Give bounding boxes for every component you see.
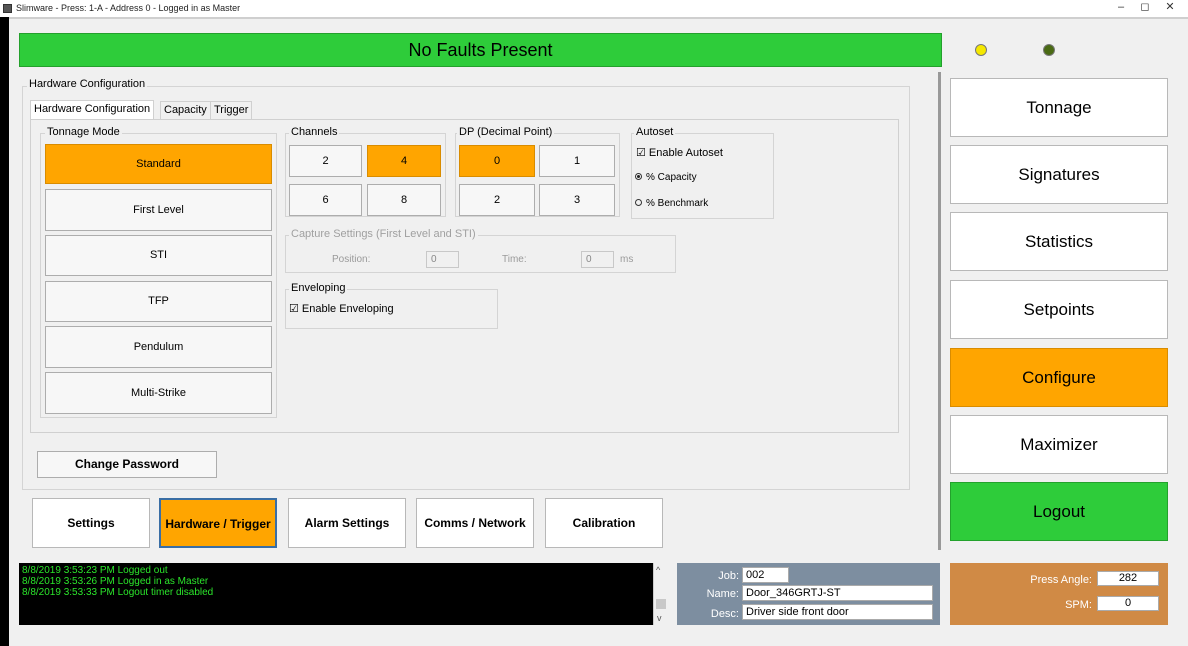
tonnage-first-level-button[interactable]: First Level bbox=[45, 189, 272, 231]
alarm-settings-tab-button[interactable]: Alarm Settings bbox=[288, 498, 406, 548]
tonnage-tfp-button[interactable]: TFP bbox=[45, 281, 272, 322]
hardware-config-title: Hardware Configuration bbox=[27, 78, 148, 90]
nav-statistics-button[interactable]: Statistics bbox=[950, 212, 1168, 271]
scroll-down-icon[interactable]: v bbox=[657, 613, 662, 624]
enable-enveloping-checkbox[interactable]: ☑ Enable Enveloping bbox=[289, 302, 394, 315]
app-icon bbox=[3, 4, 12, 13]
hardware-trigger-tab-button[interactable]: Hardware / Trigger bbox=[159, 498, 277, 548]
tab-trigger[interactable]: Trigger bbox=[210, 101, 253, 119]
capacity-radio-label: % Capacity bbox=[646, 172, 697, 183]
log-line: 8/8/2019 3:53:26 PM Logged in as Master bbox=[22, 576, 209, 587]
log-line: 8/8/2019 3:53:23 PM Logged out bbox=[22, 565, 168, 576]
fault-status-banner: No Faults Present bbox=[19, 33, 942, 67]
log-scrollbar[interactable]: ^ v bbox=[653, 563, 667, 625]
press-angle-value: 282 bbox=[1097, 571, 1159, 586]
spm-value: 0 bbox=[1097, 596, 1159, 611]
capture-time-input[interactable]: 0 bbox=[581, 251, 614, 268]
enveloping-title: Enveloping bbox=[289, 282, 348, 294]
name-value: Door_346GRTJ-ST bbox=[742, 585, 933, 601]
job-label: Job: bbox=[718, 570, 739, 582]
restore-button[interactable]: ◻ bbox=[1135, 0, 1155, 17]
dp-0-button[interactable]: 0 bbox=[459, 145, 535, 177]
event-log: 8/8/2019 3:53:23 PM Logged out 8/8/2019 … bbox=[19, 563, 667, 625]
dp-3-button[interactable]: 3 bbox=[539, 184, 615, 216]
name-label: Name: bbox=[706, 588, 739, 600]
nav-signatures-button[interactable]: Signatures bbox=[950, 145, 1168, 204]
status-led-dark bbox=[1043, 44, 1055, 56]
settings-tab-button[interactable]: Settings bbox=[32, 498, 150, 548]
logout-button[interactable]: Logout bbox=[950, 482, 1168, 541]
title-separator bbox=[0, 17, 1188, 19]
capture-settings-title: Capture Settings (First Level and STI) bbox=[289, 228, 478, 240]
left-window-edge bbox=[0, 17, 9, 646]
nav-tonnage-button[interactable]: Tonnage bbox=[950, 78, 1168, 137]
channels-title: Channels bbox=[289, 126, 340, 138]
press-angle-label: Press Angle: bbox=[1030, 574, 1092, 586]
log-line: 8/8/2019 3:53:33 PM Logout timer disable… bbox=[22, 587, 214, 598]
benchmark-radio[interactable]: % Benchmark bbox=[635, 198, 708, 209]
comms-network-tab-button[interactable]: Comms / Network bbox=[416, 498, 534, 548]
autoset-title: Autoset bbox=[634, 126, 676, 138]
benchmark-radio-label: % Benchmark bbox=[646, 198, 709, 209]
channel-8-button[interactable]: 8 bbox=[367, 184, 441, 216]
tonnage-sti-button[interactable]: STI bbox=[45, 235, 272, 276]
sidebar-separator bbox=[938, 72, 941, 550]
channel-4-button[interactable]: 4 bbox=[367, 145, 441, 177]
window-title-bar: Slimware - Press: 1-A - Address 0 - Logg… bbox=[0, 0, 1188, 17]
nav-maximizer-button[interactable]: Maximizer bbox=[950, 415, 1168, 474]
status-led-yellow bbox=[975, 44, 987, 56]
scroll-up-icon[interactable]: ^ bbox=[656, 565, 660, 576]
radio-unselected-icon bbox=[635, 199, 642, 206]
minimize-button[interactable]: – bbox=[1111, 0, 1131, 17]
enable-autoset-checkbox[interactable]: ☑ Enable Autoset bbox=[636, 146, 723, 159]
nav-configure-button[interactable]: Configure bbox=[950, 348, 1168, 407]
channel-2-button[interactable]: 2 bbox=[289, 145, 362, 177]
decimal-point-title: DP (Decimal Point) bbox=[457, 126, 555, 138]
radio-selected-icon bbox=[635, 173, 642, 180]
dp-2-button[interactable]: 2 bbox=[459, 184, 535, 216]
tab-hardware-configuration[interactable]: Hardware Configuration bbox=[30, 100, 155, 120]
dp-1-button[interactable]: 1 bbox=[539, 145, 615, 177]
change-password-button[interactable]: Change Password bbox=[37, 451, 217, 478]
tonnage-standard-button[interactable]: Standard bbox=[45, 144, 272, 184]
tonnage-pendulum-button[interactable]: Pendulum bbox=[45, 326, 272, 368]
tonnage-multi-strike-button[interactable]: Multi-Strike bbox=[45, 372, 272, 414]
close-button[interactable]: ✕ bbox=[1160, 0, 1180, 17]
capture-position-input[interactable]: 0 bbox=[426, 251, 459, 268]
spm-label: SPM: bbox=[1065, 599, 1092, 611]
scroll-thumb[interactable] bbox=[656, 599, 666, 609]
tab-capacity[interactable]: Capacity bbox=[160, 101, 211, 119]
calibration-tab-button[interactable]: Calibration bbox=[545, 498, 663, 548]
nav-setpoints-button[interactable]: Setpoints bbox=[950, 280, 1168, 339]
tonnage-mode-title: Tonnage Mode bbox=[45, 126, 122, 138]
job-info-panel: Job: 002 Name: Door_346GRTJ-ST Desc: Dri… bbox=[677, 563, 940, 625]
capture-time-label: Time: bbox=[502, 254, 527, 265]
window-title: Slimware - Press: 1-A - Address 0 - Logg… bbox=[16, 3, 241, 13]
capture-position-label: Position: bbox=[332, 254, 371, 265]
job-value: 002 bbox=[742, 567, 789, 583]
channel-6-button[interactable]: 6 bbox=[289, 184, 362, 216]
desc-label: Desc: bbox=[710, 608, 739, 620]
press-info-panel: Press Angle: 282 SPM: 0 bbox=[950, 563, 1168, 625]
capacity-radio[interactable]: % Capacity bbox=[635, 172, 697, 183]
capture-time-unit: ms bbox=[620, 254, 634, 265]
desc-value: Driver side front door bbox=[742, 604, 933, 620]
